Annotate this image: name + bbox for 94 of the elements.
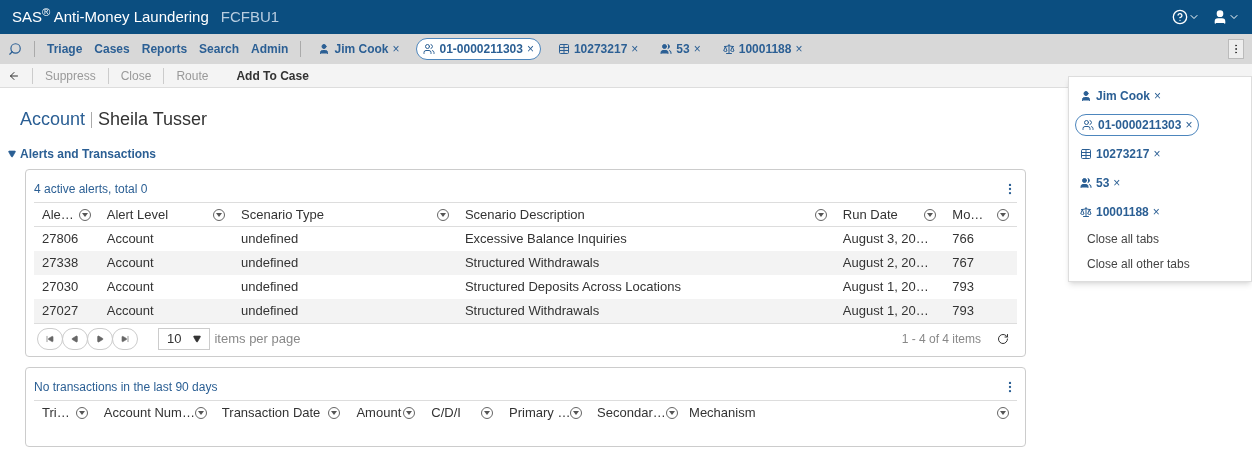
refresh-icon[interactable]: [997, 332, 1009, 345]
transactions-summary: No transactions in the last 90 days: [34, 379, 218, 396]
table-cell-text: August 1, 20…: [841, 278, 930, 297]
tab[interactable]: 53 ×: [655, 38, 706, 60]
tab[interactable]: 10001188 ×: [717, 38, 808, 60]
column-header[interactable]: Secondar…: [589, 401, 682, 424]
table-cell-text: 766: [951, 230, 975, 249]
tab[interactable]: 10001188 ×: [1075, 201, 1165, 223]
person-icon: [318, 43, 331, 55]
tab[interactable]: 53 ×: [1075, 172, 1126, 194]
app-title: SAS$^{®}$ Anti-Money Laundering: [12, 5, 209, 27]
table-cell-text: 27806: [41, 230, 80, 249]
column-header[interactable]: C/D/I: [423, 401, 502, 424]
column-header[interactable]: Ale…: [34, 203, 99, 226]
table-cell-text: Account: [105, 302, 155, 321]
menu-item[interactable]: Close all other tabs: [1075, 255, 1190, 273]
table-cell-text: undefined: [240, 302, 300, 321]
table-cell-text: August 2, 20…: [841, 254, 930, 273]
page-size-select[interactable]: 10: [158, 327, 211, 350]
back-icon[interactable]: [8, 69, 20, 82]
user-icon: [1212, 9, 1228, 25]
table-cell-text: undefined: [240, 278, 300, 297]
page-size-label: items per page: [214, 329, 301, 348]
alerts-summary: 4 active alerts, total 0: [34, 181, 148, 198]
caret-icon: [193, 334, 202, 343]
instance-name: FCFBU1: [220, 6, 280, 27]
table-cell-text: Excessive Balance Inquiries: [463, 230, 628, 249]
nav-link[interactable]: Cases: [94, 40, 130, 58]
help-icon: [1172, 9, 1188, 25]
column-header[interactable]: Account Num…: [95, 401, 214, 424]
help-button[interactable]: [1172, 9, 1200, 25]
table-cell-text: Structured Withdrawals: [463, 302, 601, 321]
people-icon: [1082, 119, 1094, 131]
column-header[interactable]: Primary …: [501, 401, 590, 424]
table-cell-text: Account: [105, 254, 155, 273]
table-icon: [1080, 148, 1092, 160]
table-row[interactable]: 27027 Account undefined Structured Withdrawals August 1, 20… 793: [34, 299, 1017, 323]
more-button[interactable]: [1228, 39, 1244, 59]
column-header[interactable]: Tri…: [34, 401, 96, 424]
nav-link[interactable]: Admin: [251, 40, 289, 58]
column-header[interactable]: Mo…: [944, 203, 1017, 226]
table-cell-text: 27027: [41, 302, 80, 321]
table-cell-text: undefined: [240, 254, 300, 273]
table-cell-text: Account: [105, 230, 155, 249]
search-icon[interactable]: [8, 42, 22, 56]
table-cell-text: 27338: [41, 254, 80, 273]
nav-link[interactable]: Search: [199, 40, 240, 58]
action-button[interactable]: Add To Case: [236, 66, 309, 85]
table-cell-text: undefined: [240, 230, 300, 249]
user-button[interactable]: [1212, 9, 1240, 25]
tab[interactable]: Jim Cook ×: [1075, 85, 1167, 107]
scale-icon: [722, 43, 735, 55]
group-icon: [1080, 177, 1092, 189]
tab[interactable]: 10273217 ×: [1075, 143, 1166, 165]
table-cell-text: 793: [951, 302, 975, 321]
tab[interactable]: 01-0000211303 ×: [416, 38, 541, 60]
page-range: 1 - 4 of 4 items: [901, 330, 981, 348]
skip-icon: [46, 334, 54, 343]
column-header[interactable]: Mechanism: [681, 401, 1017, 424]
nav-link[interactable]: Triage: [47, 40, 83, 58]
skip-icon: [121, 334, 129, 343]
table-cell-text: 793: [951, 278, 975, 297]
group-icon: [660, 43, 673, 55]
play-icon: [96, 334, 104, 343]
account-name: Sheila Tusser: [98, 108, 208, 131]
table-row[interactable]: 27338 Account undefined Structured Withdrawals August 2, 20… 767: [34, 251, 1017, 275]
column-header[interactable]: Scenario Description: [456, 203, 835, 226]
table-cell-text: Account: [105, 278, 155, 297]
table-cell-text: Structured Deposits Across Locations: [463, 278, 682, 297]
table-cell-text: Structured Withdrawals: [463, 254, 601, 273]
table-cell-text: 767: [951, 254, 975, 273]
table-cell-text: August 1, 20…: [841, 302, 930, 321]
caret-icon: [8, 150, 16, 158]
section-header[interactable]: Alerts and Transactions: [8, 145, 157, 163]
column-header[interactable]: Transaction Date: [213, 401, 349, 424]
page-title: Account: [20, 108, 86, 131]
column-header[interactable]: Run Date: [834, 203, 945, 226]
table-cell-text: August 3, 20…: [841, 230, 930, 249]
nav-link[interactable]: Reports: [141, 40, 188, 58]
person-icon: [1080, 90, 1092, 102]
play-icon: [71, 334, 79, 343]
table-row[interactable]: 27030 Account undefined Structured Deposits Across Locations August 1, 20… 793: [34, 275, 1017, 299]
table-row[interactable]: 27806 Account undefined Excessive Balance Inquiries August 3, 20… 766: [34, 227, 1017, 251]
scale-icon: [1080, 206, 1092, 218]
column-header[interactable]: Amount: [348, 401, 424, 424]
column-header[interactable]: Alert Level: [98, 203, 234, 226]
table-icon: [557, 43, 570, 55]
tab[interactable]: Jim Cook ×: [313, 38, 405, 60]
tab[interactable]: 01-0000211303 ×: [1075, 114, 1200, 136]
tab[interactable]: 10273217 ×: [552, 38, 644, 60]
menu-item[interactable]: Close all tabs: [1075, 230, 1160, 248]
table-cell-text: 27030: [41, 278, 80, 297]
people-icon: [423, 43, 436, 55]
column-header[interactable]: Scenario Type: [233, 203, 457, 226]
